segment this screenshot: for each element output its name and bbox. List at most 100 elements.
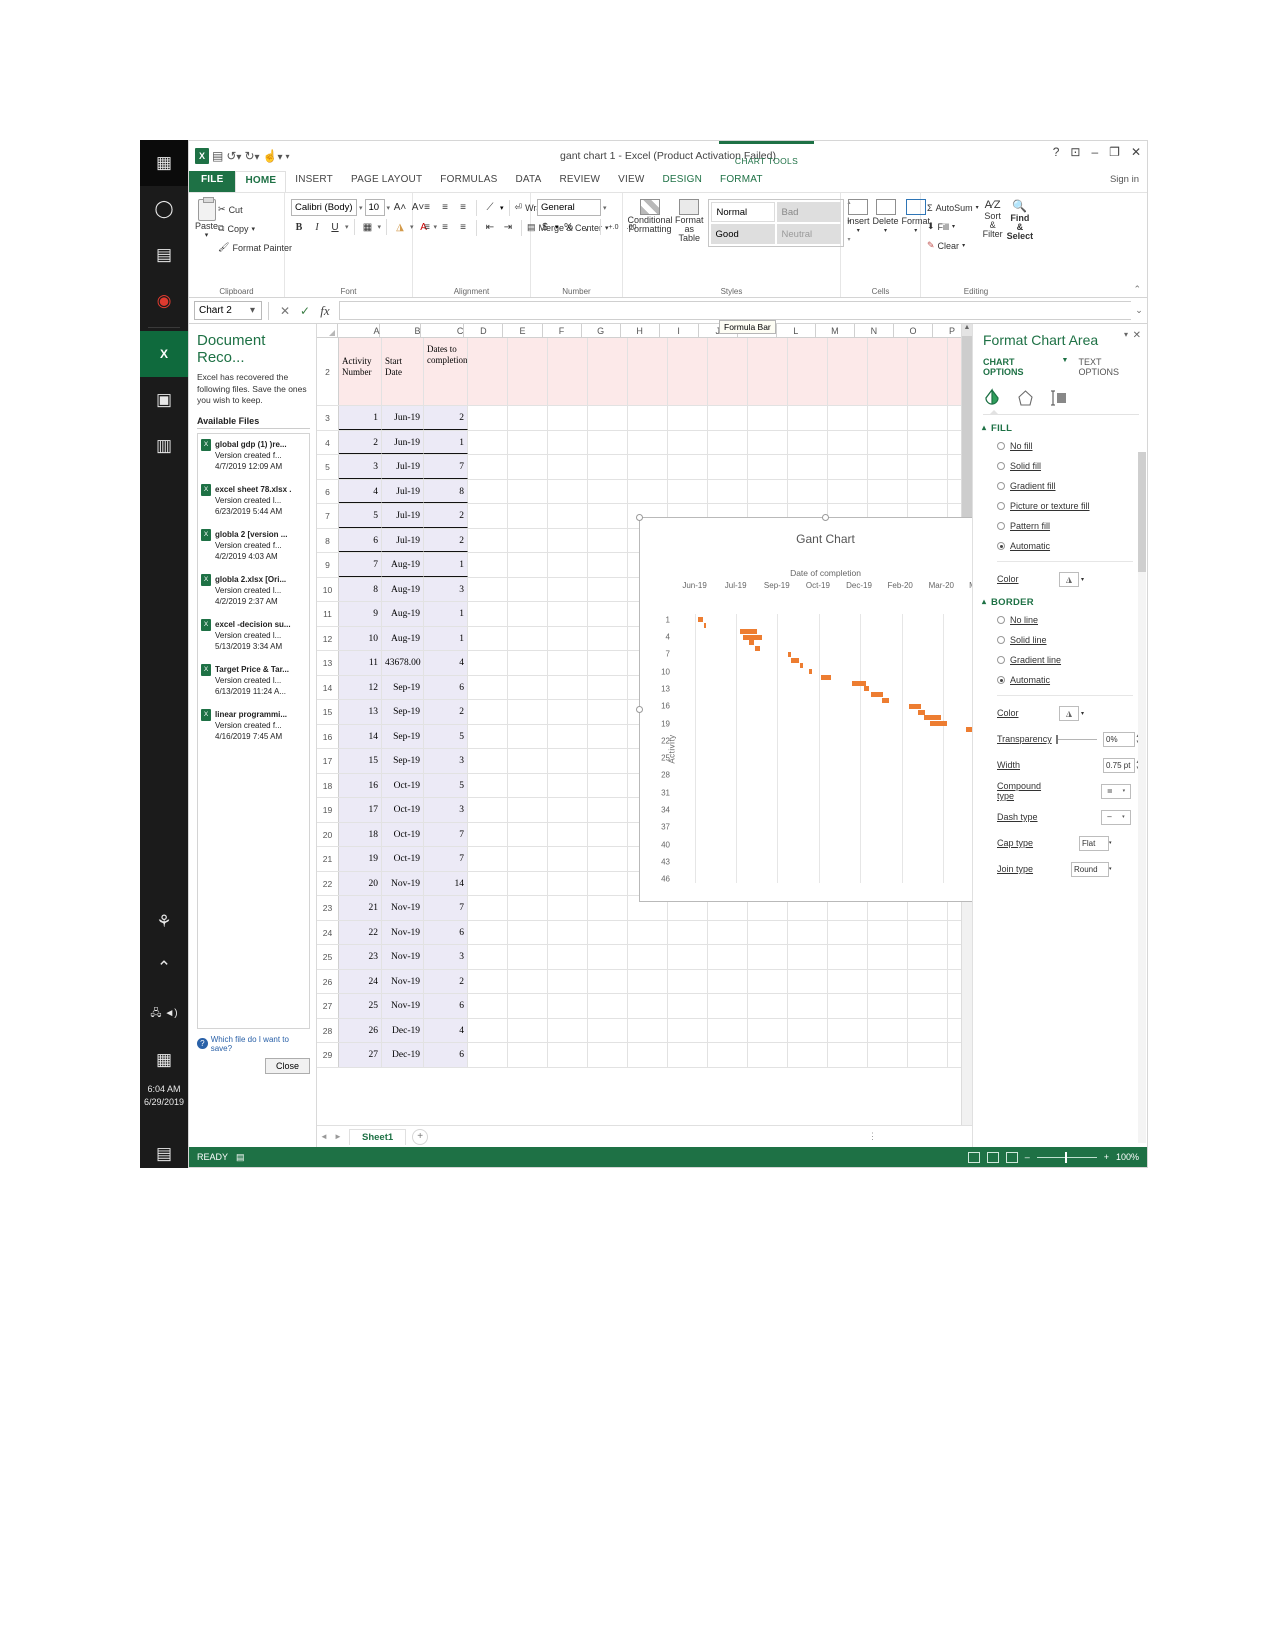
- autosum-button[interactable]: Σ AutoSum ▾: [927, 199, 979, 216]
- cell-d21[interactable]: [468, 847, 508, 871]
- cell-b13[interactable]: 43678.00: [382, 651, 424, 675]
- font-family-input[interactable]: Calibri (Body): [291, 199, 357, 216]
- join-type-value[interactable]: Round: [1071, 861, 1109, 877]
- cell-c9[interactable]: 1: [424, 553, 468, 577]
- row-header[interactable]: 9: [317, 553, 339, 577]
- row-header[interactable]: 2: [317, 338, 339, 405]
- bold-button[interactable]: B: [291, 219, 307, 235]
- calculator-icon[interactable]: ▦: [140, 1037, 188, 1083]
- chart-bar[interactable]: [924, 715, 942, 721]
- cell-c2[interactable]: Dates to completion: [424, 338, 468, 405]
- cell-m27[interactable]: [828, 994, 868, 1018]
- touch-mode-icon[interactable]: ☝▾: [263, 149, 283, 163]
- cell-g11[interactable]: [588, 602, 628, 626]
- borders-icon[interactable]: ▦: [360, 219, 376, 235]
- cell-c14[interactable]: 6: [424, 675, 468, 699]
- underline-button[interactable]: U: [327, 219, 343, 235]
- tab-review[interactable]: REVIEW: [550, 171, 609, 192]
- cell-f4[interactable]: [548, 430, 588, 454]
- cell-styles-gallery[interactable]: Normal Bad Good Neutral: [707, 199, 844, 247]
- cell-h29[interactable]: [628, 1043, 668, 1067]
- fill-color-swatch-icon[interactable]: ◮: [1059, 571, 1079, 587]
- cell-m26[interactable]: [828, 969, 868, 993]
- cell-n29[interactable]: [868, 1043, 908, 1067]
- cell-i6[interactable]: [668, 479, 708, 503]
- align-middle-icon[interactable]: ≡: [437, 200, 453, 216]
- sort-filter-button[interactable]: A⁄Z Sort & Filter: [983, 199, 1003, 239]
- row-header[interactable]: 21: [317, 847, 339, 871]
- cell-e8[interactable]: [508, 528, 548, 552]
- cell-d8[interactable]: [468, 528, 508, 552]
- width-value[interactable]: 0.75 pt: [1102, 757, 1136, 773]
- cell-n2[interactable]: [868, 338, 908, 405]
- cell-d27[interactable]: [468, 994, 508, 1018]
- border-color-swatch-icon[interactable]: ◮: [1059, 705, 1079, 721]
- cell-g23[interactable]: [588, 896, 628, 920]
- tab-format[interactable]: FORMAT: [711, 171, 772, 192]
- cell-b25[interactable]: Nov-19: [382, 945, 424, 969]
- row-header[interactable]: 20: [317, 822, 339, 846]
- tab-chart-options[interactable]: CHART OPTIONS: [983, 357, 1052, 377]
- cell-i3[interactable]: [668, 406, 708, 430]
- cell-a24[interactable]: 22: [339, 920, 382, 944]
- cell-d19[interactable]: [468, 798, 508, 822]
- chart-handle-w[interactable]: [636, 705, 643, 713]
- cell-c8[interactable]: 2: [424, 528, 468, 552]
- cell-f7[interactable]: [548, 504, 588, 528]
- cell-e15[interactable]: [508, 700, 548, 724]
- cell-l27[interactable]: [788, 994, 828, 1018]
- radio-solid-line[interactable]: Solid line: [997, 635, 1139, 645]
- cell-k26[interactable]: [748, 969, 788, 993]
- cell-n5[interactable]: [868, 455, 908, 479]
- opera-icon[interactable]: ◯: [140, 186, 188, 232]
- cell-h28[interactable]: [628, 1018, 668, 1042]
- add-sheet-button[interactable]: +: [412, 1128, 429, 1145]
- cell-d15[interactable]: [468, 700, 508, 724]
- cell-a29[interactable]: 27: [339, 1043, 382, 1067]
- format-as-table-button[interactable]: Format as Table: [675, 199, 704, 243]
- cell-e26[interactable]: [508, 969, 548, 993]
- effects-pentagon-icon[interactable]: [1017, 388, 1034, 408]
- italic-button[interactable]: I: [309, 219, 325, 235]
- cell-b16[interactable]: Sep-19: [382, 724, 424, 748]
- redo-icon[interactable]: ↻▾: [244, 149, 259, 163]
- table-row[interactable]: 5 3 Jul-19 7: [317, 455, 972, 480]
- cell-m2[interactable]: [828, 338, 868, 405]
- cell-e23[interactable]: [508, 896, 548, 920]
- cell-m24[interactable]: [828, 920, 868, 944]
- cell-a8[interactable]: 6: [339, 528, 382, 552]
- cell-l28[interactable]: [788, 1018, 828, 1042]
- size-and-properties-icon[interactable]: [1050, 388, 1068, 408]
- cell-e9[interactable]: [508, 553, 548, 577]
- chevron-up-icon[interactable]: ⌃: [140, 945, 188, 991]
- column-header-d[interactable]: D: [464, 324, 504, 337]
- row-header[interactable]: 28: [317, 1018, 339, 1042]
- dash-type-dropdown[interactable]: ┉ ▾: [1101, 809, 1131, 825]
- cell-a9[interactable]: 7: [339, 553, 382, 577]
- cell-n6[interactable]: [868, 479, 908, 503]
- zoom-slider[interactable]: [1036, 1151, 1097, 1163]
- save-icon[interactable]: ▤: [212, 149, 223, 163]
- cell-d25[interactable]: [468, 945, 508, 969]
- cell-g26[interactable]: [588, 969, 628, 993]
- row-header[interactable]: 15: [317, 700, 339, 724]
- cell-a21[interactable]: 19: [339, 847, 382, 871]
- cell-e21[interactable]: [508, 847, 548, 871]
- first-sheet-icon[interactable]: ◄: [317, 1132, 331, 1141]
- cell-m4[interactable]: [828, 430, 868, 454]
- undo-icon[interactable]: ↺▾: [226, 149, 241, 163]
- cell-c5[interactable]: 7: [424, 455, 468, 479]
- cell-c4[interactable]: 1: [424, 430, 468, 454]
- radio-picture-fill[interactable]: Picture or texture fill: [997, 501, 1139, 511]
- border-color-row[interactable]: Color ◮ ▾: [997, 705, 1139, 721]
- cell-g16[interactable]: [588, 724, 628, 748]
- row-header[interactable]: 25: [317, 945, 339, 969]
- cell-o25[interactable]: [908, 945, 948, 969]
- increase-indent-icon[interactable]: ⇥: [500, 220, 516, 236]
- cell-c27[interactable]: 6: [424, 994, 468, 1018]
- chart-handle-n[interactable]: [821, 514, 829, 521]
- cell-m3[interactable]: [828, 406, 868, 430]
- cell-e2[interactable]: [508, 338, 548, 405]
- windows-taskbar[interactable]: ▦ ◯ ▤ ◉ X ▣ ▥ ⚘ ⌃ 🖧 ◄) ▦ 6:04 AM 6/29/20…: [140, 140, 188, 1168]
- chart-bar[interactable]: [930, 721, 948, 727]
